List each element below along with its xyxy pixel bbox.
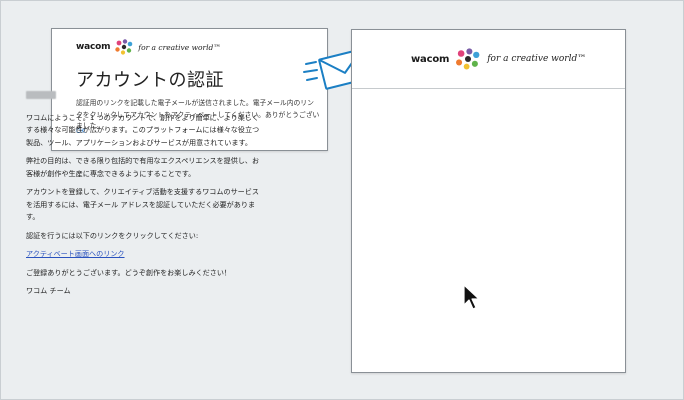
wacom-tagline: for a creative world™	[487, 54, 587, 64]
email-paragraph: 弊社の目的は、できる限り包括的で有用なエクスペリエンスを提供し、お客様が創作や生…	[26, 156, 260, 178]
email-signature: ワコム チーム	[26, 286, 71, 295]
wacom-wordmark: wacom	[76, 42, 111, 52]
activation-email: wacom for a creative world™	[351, 29, 626, 373]
wacom-tagline: for a creative world™	[138, 42, 221, 52]
recipient-name-blurred	[26, 91, 56, 99]
email-header: wacom for a creative world™	[352, 30, 625, 89]
email-paragraph: 認証を行うには以下のリンクをクリックしてください:	[26, 230, 199, 240]
email-paragraph: ご登録ありがとうございます。どうぞ創作をお楽しみください！	[26, 267, 232, 277]
wacom-wordmark: wacom	[411, 53, 450, 65]
email-paragraph: ワコムにようこそ。1 つのアカウントで、創作をより簡単に、より楽しくする様々な可…	[26, 112, 260, 147]
wacom-emblem-icon	[456, 48, 480, 70]
activation-link[interactable]: アクティベート画面へのリンク	[26, 249, 125, 258]
email-body: ワコムにようこそ。1 つのアカウントで、創作をより簡単に、より楽しくする様々な可…	[26, 89, 262, 298]
email-paragraph: アカウントを登録して、クリエイティブ活動を支援するワコムのサービスを活用するには…	[26, 187, 259, 221]
wacom-emblem-icon	[115, 39, 133, 55]
wacom-logo: wacom for a creative world™	[76, 39, 221, 55]
wacom-logo: wacom for a creative world™	[411, 48, 586, 70]
mouse-pointer-icon	[463, 284, 480, 310]
